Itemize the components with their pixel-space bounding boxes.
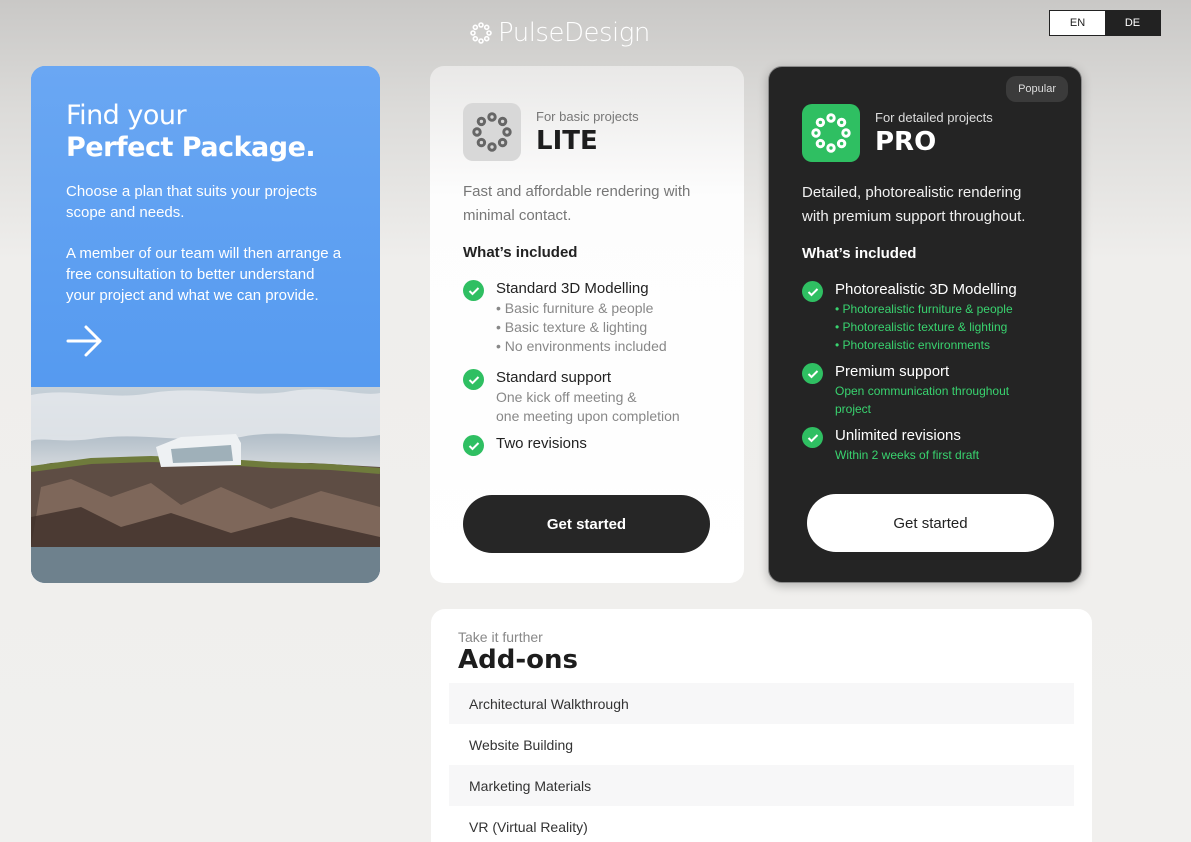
addons-title: Add-ons <box>458 645 578 675</box>
lang-de-button[interactable]: DE <box>1105 11 1160 35</box>
feature-detail: • Photorealistic furniture & people <box>835 302 1013 316</box>
check-icon <box>463 280 484 301</box>
feature-item: Premium support Open communication throu… <box>802 362 1048 418</box>
addon-item-marketing-materials[interactable]: Marketing Materials <box>449 765 1074 806</box>
intro-card: Find your Perfect Package. Choose a plan… <box>31 66 380 583</box>
popular-badge: Popular <box>1006 76 1068 102</box>
plan-name: PRO <box>875 126 937 157</box>
intro-paragraph-2: A member of our team will then arrange a… <box>66 245 342 304</box>
feature-item: Photorealistic 3D Modelling • Photoreali… <box>802 280 1048 354</box>
feature-detail: • Basic furniture & people <box>496 300 654 316</box>
check-icon <box>463 369 484 390</box>
addons-subtitle: Take it further <box>458 629 543 645</box>
intro-paragraph-1: Choose a plan that suits your projects s… <box>66 183 317 221</box>
pulse-logo-icon <box>811 113 851 153</box>
pro-plan-card: Popular For detailed projects PRO Detail… <box>768 66 1082 583</box>
intro-heading-line2: Perfect Package. <box>66 132 316 163</box>
feature-title: Standard 3D Modelling <box>496 280 649 297</box>
addons-section: Take it further Add-ons Architectural Wa… <box>431 609 1092 842</box>
feature-item: Unlimited revisions Within 2 weeks of fi… <box>802 426 1048 464</box>
feature-item: Standard 3D Modelling • Basic furniture … <box>463 279 711 356</box>
feature-item: Two revisions <box>463 434 711 456</box>
feature-title: Premium support <box>835 363 950 380</box>
lang-en-button[interactable]: EN <box>1050 11 1105 35</box>
arrow-right-icon[interactable] <box>66 324 104 358</box>
feature-detail: one meeting upon completion <box>496 408 680 424</box>
feature-detail: Within 2 weeks of first draft <box>835 448 980 462</box>
plan-description: Detailed, photorealistic rendering with … <box>802 184 1026 225</box>
plan-icon <box>463 103 521 161</box>
intro-text-panel: Find your Perfect Package. Choose a plan… <box>31 66 380 387</box>
pulse-logo-icon <box>470 22 492 44</box>
check-icon <box>802 363 823 384</box>
feature-title: Standard support <box>496 369 612 386</box>
check-icon <box>802 427 823 448</box>
pro-get-started-button[interactable]: Get started <box>807 494 1054 552</box>
addon-item-website-building[interactable]: Website Building <box>449 724 1074 765</box>
included-heading: What’s included <box>463 244 578 261</box>
feature-item: Standard support One kick off meeting & … <box>463 368 711 426</box>
plan-description: Fast and affordable rendering with minim… <box>463 183 691 224</box>
brand-logo[interactable]: PulseDesign <box>470 18 650 48</box>
feature-detail: Open communication throughout project <box>835 384 1010 416</box>
included-heading: What’s included <box>802 245 917 262</box>
feature-detail: • Basic texture & lighting <box>496 319 648 335</box>
plan-name: LITE <box>536 125 598 156</box>
addon-item-vr[interactable]: VR (Virtual Reality) <box>449 806 1074 842</box>
plan-subtitle: For basic projects <box>536 108 639 124</box>
feature-title: Two revisions <box>496 435 587 452</box>
feature-detail: One kick off meeting & <box>496 389 637 405</box>
plan-subtitle: For detailed projects <box>875 109 993 125</box>
feature-title: Photorealistic 3D Modelling <box>835 281 1017 298</box>
lite-plan-card: For basic projects LITE Fast and afforda… <box>430 66 744 583</box>
check-icon <box>463 435 484 456</box>
check-icon <box>802 281 823 302</box>
addon-item-architectural-walkthrough[interactable]: Architectural Walkthrough <box>449 683 1074 724</box>
intro-heading-line1: Find your <box>66 100 187 131</box>
plan-icon <box>802 104 860 162</box>
feature-title: Unlimited revisions <box>835 427 961 444</box>
lite-get-started-button[interactable]: Get started <box>463 495 710 553</box>
brand-name: PulseDesign <box>498 18 650 48</box>
pulse-logo-icon <box>472 112 512 152</box>
feature-detail: • No environments included <box>496 338 667 354</box>
language-switcher: EN DE <box>1049 10 1161 36</box>
feature-detail: • Photorealistic environments <box>835 338 990 352</box>
feature-detail: • Photorealistic texture & lighting <box>835 320 1008 334</box>
house-on-cliff-image <box>31 387 380 583</box>
